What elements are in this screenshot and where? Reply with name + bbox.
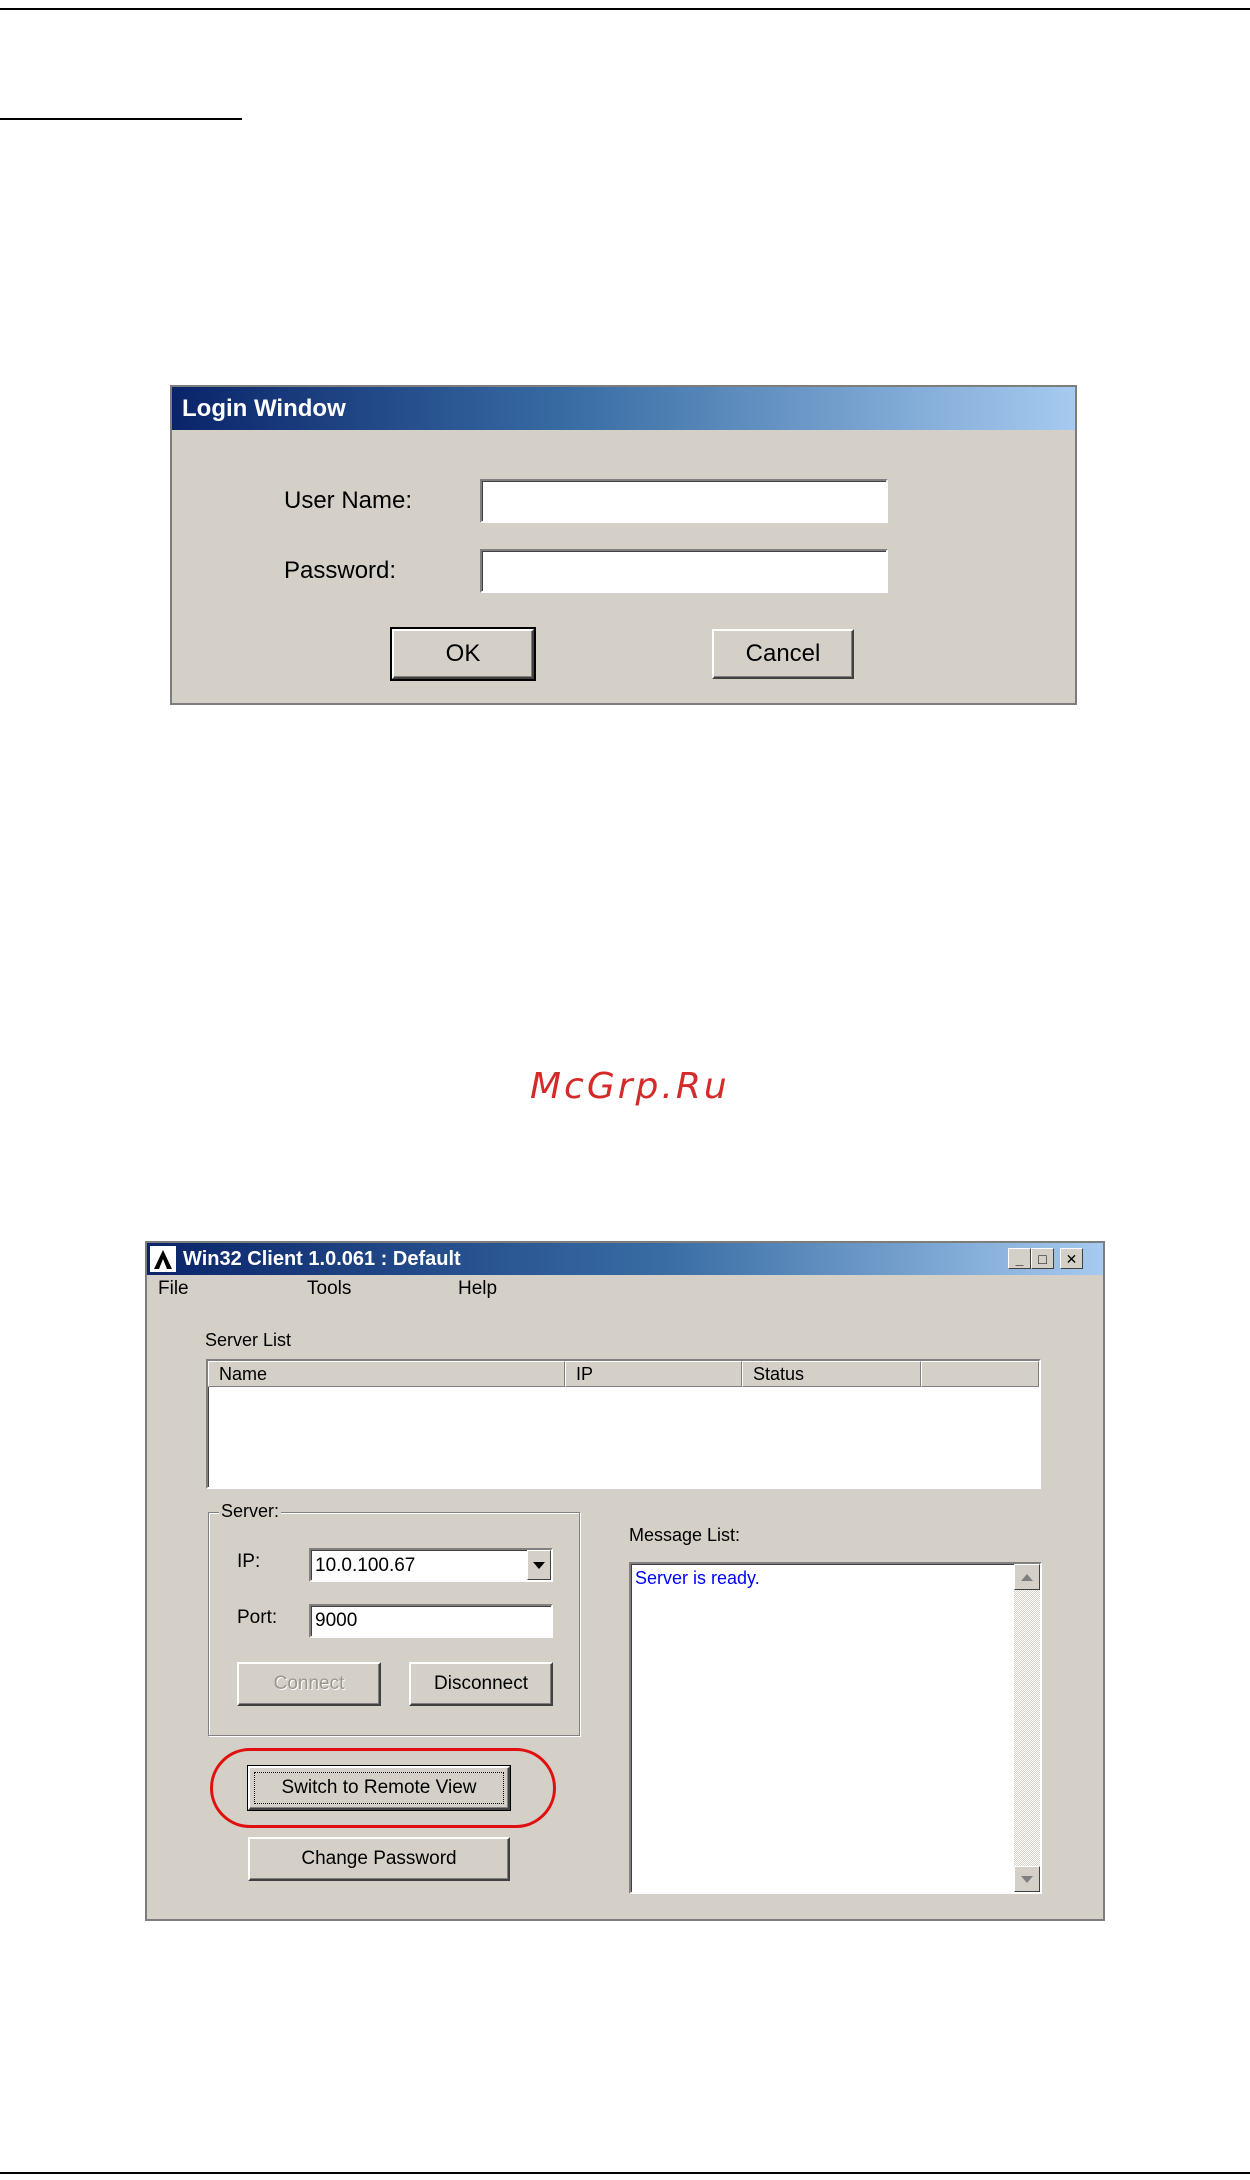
- watermark: McGrp.Ru: [530, 1066, 730, 1107]
- maximize-icon: □: [1038, 1250, 1047, 1267]
- server-list-label: Server List: [205, 1330, 292, 1350]
- close-icon: ✕: [1065, 1250, 1078, 1267]
- password-input[interactable]: [480, 549, 888, 593]
- menu-file[interactable]: File: [158, 1278, 189, 1300]
- maximize-button[interactable]: □: [1031, 1248, 1054, 1269]
- app-logo-icon: [150, 1246, 176, 1272]
- menu-tools[interactable]: Tools: [307, 1278, 351, 1300]
- section-rule: [0, 118, 242, 120]
- ip-combobox[interactable]: 10.0.100.67: [309, 1548, 553, 1582]
- column-header-status[interactable]: Status: [742, 1361, 921, 1387]
- port-input[interactable]: [309, 1604, 553, 1638]
- connect-button[interactable]: Connect: [237, 1662, 381, 1706]
- arrow-up-icon: [1021, 1573, 1033, 1581]
- message-item: Server is ready.: [635, 1568, 760, 1588]
- ok-button[interactable]: OK: [390, 627, 536, 681]
- change-password-button[interactable]: Change Password: [248, 1837, 510, 1881]
- ip-value: 10.0.100.67: [315, 1555, 416, 1576]
- minimize-icon: _: [1015, 1250, 1024, 1267]
- message-list[interactable]: Server is ready.: [629, 1562, 1042, 1894]
- server-group-label: Server:: [219, 1501, 282, 1522]
- cancel-button[interactable]: Cancel: [712, 629, 854, 679]
- scroll-up-button[interactable]: [1014, 1564, 1040, 1590]
- minimize-button[interactable]: _: [1008, 1248, 1031, 1269]
- scroll-down-button[interactable]: [1014, 1866, 1040, 1892]
- message-list-scrollbar[interactable]: [1014, 1564, 1040, 1892]
- top-rule: [0, 8, 1250, 10]
- arrow-down-icon: [1021, 1875, 1033, 1883]
- port-label: Port:: [237, 1607, 278, 1628]
- highlight-oval-annotation: [210, 1748, 556, 1828]
- client-title-bar[interactable]: Win32 Client 1.0.061 : Default _ □ ✕: [147, 1243, 1103, 1275]
- client-window-title: Win32 Client 1.0.061 : Default: [183, 1248, 461, 1270]
- column-header-ip[interactable]: IP: [565, 1361, 742, 1387]
- message-list-label: Message List:: [629, 1525, 741, 1545]
- ip-label: IP:: [237, 1551, 261, 1572]
- login-window-title: Login Window: [172, 387, 1075, 430]
- menu-help[interactable]: Help: [458, 1278, 497, 1300]
- login-window: Login Window User Name: Password: OK Can…: [170, 385, 1077, 705]
- close-button[interactable]: ✕: [1060, 1248, 1083, 1269]
- password-label: Password:: [284, 557, 397, 584]
- column-header-name[interactable]: Name: [208, 1361, 565, 1387]
- server-groupbox: Server: IP: 10.0.100.67 Port: Connect Di…: [208, 1501, 580, 1736]
- server-list[interactable]: Name IP Status: [206, 1359, 1041, 1489]
- bottom-rule: [0, 2172, 1250, 2174]
- disconnect-button[interactable]: Disconnect: [409, 1662, 553, 1706]
- username-input[interactable]: [480, 479, 888, 523]
- win32-client-window: Win32 Client 1.0.061 : Default _ □ ✕ Fil…: [145, 1241, 1105, 1921]
- username-label: User Name:: [284, 487, 413, 514]
- ip-dropdown-button[interactable]: [527, 1550, 551, 1580]
- column-header-blank[interactable]: [921, 1361, 1039, 1387]
- chevron-down-icon: [533, 1561, 545, 1569]
- menu-bar: File Tools Help: [147, 1275, 1103, 1305]
